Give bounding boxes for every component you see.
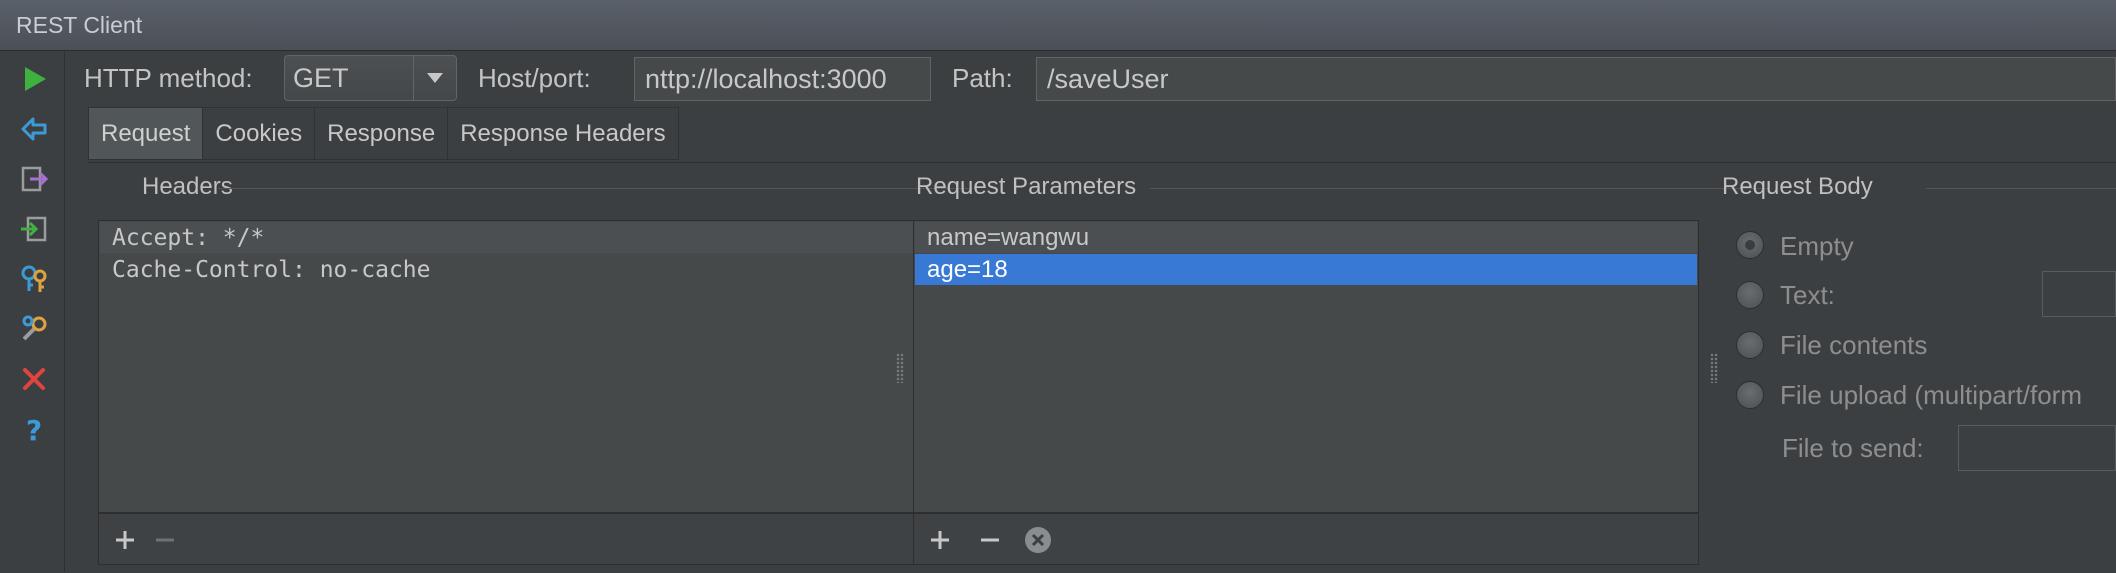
request-parameters-title: Request Parameters	[916, 173, 1137, 200]
body-empty-label: Empty	[1780, 231, 1854, 261]
tab-response-headers[interactable]: Response Headers	[448, 107, 679, 160]
http-method-label: HTTP method:	[84, 63, 253, 93]
clear-parameters-icon[interactable]	[1022, 524, 1054, 556]
path-input[interactable]: /saveUser	[1036, 57, 2116, 101]
export-to-file-icon[interactable]	[16, 161, 52, 197]
chevron-down-icon[interactable]	[413, 56, 456, 100]
body-file-upload-radio[interactable]	[1736, 381, 1764, 409]
close-icon[interactable]	[16, 361, 52, 397]
window-title: REST Client	[16, 12, 143, 38]
tool-strip: ?	[0, 51, 65, 572]
request-parameters-divider	[1150, 188, 1770, 189]
tab-response[interactable]: Response	[315, 107, 449, 160]
path-label: Path:	[952, 63, 1013, 93]
svg-text:?: ?	[26, 414, 42, 445]
parameter-row[interactable]: name=wangwu	[915, 222, 1697, 253]
import-from-file-icon[interactable]	[16, 211, 52, 247]
host-port-input[interactable]: nttp://localhost:3000	[634, 57, 931, 101]
import-icon[interactable]	[16, 111, 52, 147]
body-empty-radio[interactable]	[1736, 231, 1764, 259]
host-port-label: Host/port:	[478, 63, 591, 93]
body-file-contents-label: File contents	[1780, 330, 1928, 360]
headers-title: Headers	[142, 173, 233, 200]
remove-parameter-icon[interactable]	[974, 524, 1006, 556]
headers-divider	[218, 188, 972, 189]
header-row[interactable]: Accept: */*	[100, 222, 974, 253]
file-to-send-label: File to send:	[1782, 433, 1924, 463]
settings-icon[interactable]	[16, 311, 52, 347]
body-file-upload-label: File upload (multipart/form	[1780, 380, 2082, 410]
http-method-value: GET	[293, 63, 349, 93]
request-parameters-toolbar	[913, 513, 1699, 565]
keys-icon[interactable]	[16, 261, 52, 297]
request-body-title: Request Body	[1722, 173, 1873, 200]
file-to-send-input[interactable]	[1958, 425, 2116, 471]
body-text-input[interactable]	[2042, 271, 2116, 317]
splitter-handle[interactable]	[896, 353, 904, 383]
add-parameter-icon[interactable]	[924, 524, 956, 556]
body-text-label: Text:	[1780, 280, 1835, 310]
remove-header-icon[interactable]	[149, 524, 181, 556]
window-titlebar: REST Client	[0, 0, 2116, 51]
splitter-handle-right[interactable]	[1710, 353, 1718, 383]
body-text-radio[interactable]	[1736, 281, 1764, 309]
tab-cookies[interactable]: Cookies	[203, 107, 316, 160]
add-header-icon[interactable]	[109, 524, 141, 556]
help-icon[interactable]: ?	[16, 411, 52, 447]
request-panel: Headers Accept: */* Cache-Control: no-ca…	[88, 162, 2116, 573]
headers-list-toolbar	[98, 513, 976, 565]
run-icon[interactable]	[16, 61, 52, 97]
tab-request[interactable]: Request	[88, 107, 204, 160]
request-tabs: Request Cookies Response Response Header…	[88, 107, 679, 162]
http-method-select[interactable]: GET	[284, 55, 457, 101]
request-body-divider	[1926, 188, 2116, 189]
header-row[interactable]: Cache-Control: no-cache	[100, 254, 974, 285]
body-file-contents-radio[interactable]	[1736, 331, 1764, 359]
headers-list[interactable]: Accept: */* Cache-Control: no-cache	[98, 220, 976, 513]
parameter-row-selected[interactable]: age=18	[915, 254, 1697, 285]
request-parameters-list[interactable]: name=wangwu age=18	[913, 220, 1699, 513]
